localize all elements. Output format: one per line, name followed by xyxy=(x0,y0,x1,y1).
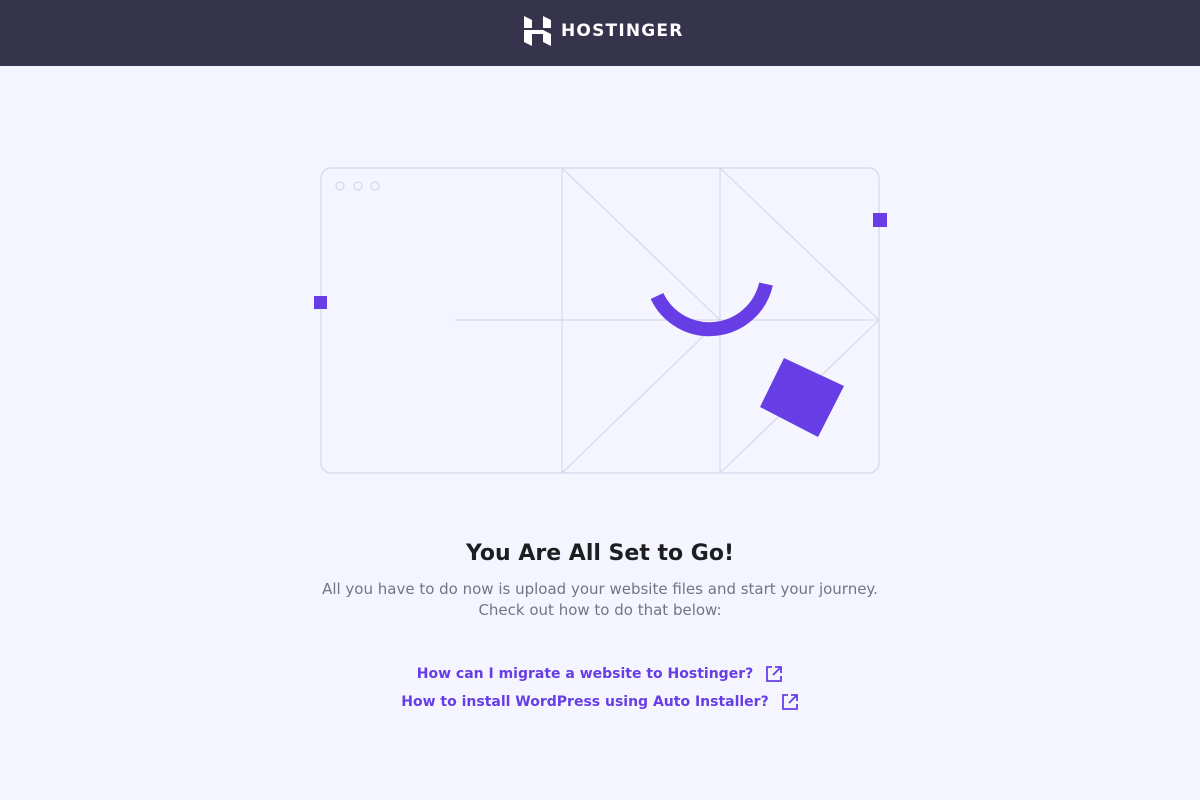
help-links: How can I migrate a website to Hostinger… xyxy=(0,660,1200,716)
hostinger-logo-icon xyxy=(524,16,551,46)
accent-diamond xyxy=(760,358,844,437)
accent-arc xyxy=(650,282,773,337)
brand-name: HOSTINGER xyxy=(561,21,684,41)
page-subtitle: All you have to do now is upload your we… xyxy=(300,579,900,621)
accent-square-left xyxy=(314,296,327,309)
help-link-row: How to install WordPress using Auto Inst… xyxy=(0,688,1200,716)
subtitle-line-2: Check out how to do that below: xyxy=(478,601,722,619)
migrate-website-link[interactable]: How can I migrate a website to Hostinger… xyxy=(417,666,753,682)
window-dot-1 xyxy=(335,181,345,191)
subtitle-line-1: All you have to do now is upload your we… xyxy=(322,580,878,598)
hero-illustration xyxy=(300,150,900,494)
brand-logo[interactable]: HOSTINGER xyxy=(524,16,684,46)
install-wordpress-link[interactable]: How to install WordPress using Auto Inst… xyxy=(401,694,768,710)
accent-square-right xyxy=(873,213,887,227)
top-header-bar: HOSTINGER xyxy=(0,0,1200,66)
window-dot-3 xyxy=(370,181,380,191)
window-dot-2 xyxy=(353,181,363,191)
external-link-icon[interactable] xyxy=(765,665,783,683)
external-link-icon[interactable] xyxy=(781,693,799,711)
page-title: You Are All Set to Go! xyxy=(465,541,734,566)
help-link-row: How can I migrate a website to Hostinger… xyxy=(0,660,1200,688)
